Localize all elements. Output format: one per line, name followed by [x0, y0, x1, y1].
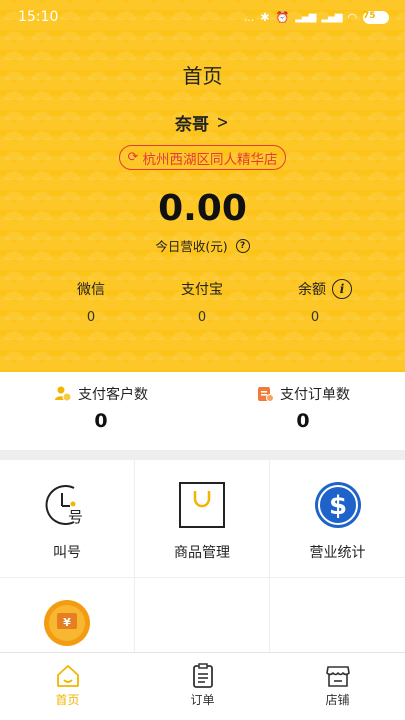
bag-icon	[179, 482, 225, 528]
store-name: 杭州西湖区同人精华店	[142, 151, 278, 168]
status-time: 15:10	[18, 9, 59, 25]
dollar-icon: $	[314, 482, 361, 528]
balance-remaining[interactable]: 余额 i 0	[265, 278, 385, 325]
chevron-right-icon: >	[216, 112, 229, 133]
nav-shop[interactable]: 店铺	[270, 663, 405, 708]
customers-icon	[55, 386, 72, 402]
nav-home[interactable]: 首页	[0, 663, 135, 708]
wifi-icon: ◠	[347, 10, 357, 24]
page-title: 首页	[182, 64, 223, 88]
nav-label: 首页	[55, 693, 80, 707]
function-business-stats[interactable]: $ 营业统计	[270, 460, 405, 578]
svg-text:$: $	[328, 491, 346, 521]
svg-text:¥: ¥	[63, 616, 71, 629]
stat-paying-orders[interactable]: 支付订单数 0	[202, 384, 404, 432]
revenue-amount: 0.00	[158, 188, 247, 229]
nav-label: 店铺	[325, 693, 350, 707]
notification-dots-icon: ...	[243, 10, 255, 24]
home-icon	[56, 665, 79, 687]
shop-icon	[325, 666, 350, 687]
help-icon[interactable]: ?	[235, 238, 250, 253]
info-icon[interactable]: i	[332, 279, 352, 299]
balance-label: 微信	[77, 282, 105, 298]
revenue-label-row: 今日营收(元) ?	[0, 236, 405, 255]
bluetooth-icon: ✱	[260, 10, 270, 24]
function-grid: 号 叫号 商品管理 $ 营业统计 ¥	[0, 460, 405, 696]
balance-alipay[interactable]: 支付宝 0	[142, 278, 262, 325]
stat-value: 0	[94, 410, 108, 432]
stat-label: 支付客户数	[78, 387, 148, 403]
alarm-icon: ⏰	[275, 10, 290, 24]
balance-value: 0	[310, 310, 320, 325]
user-switch[interactable]: 奈哥 >	[0, 110, 405, 135]
balance-label: 支付宝	[181, 282, 223, 298]
signal-icon-2: ▂▄▆	[321, 11, 342, 23]
balance-wechat[interactable]: 微信 0	[31, 278, 151, 325]
order-doc-icon	[258, 387, 274, 402]
stat-value: 0	[296, 410, 310, 432]
yuan-coin-icon: ¥	[44, 600, 90, 646]
store-selector[interactable]: ⟳ 杭州西湖区同人精华店	[119, 145, 286, 170]
nav-orders[interactable]: 订单	[135, 663, 270, 708]
orders-icon	[192, 663, 213, 688]
function-call-number[interactable]: 号 叫号	[0, 460, 135, 578]
function-product-management[interactable]: 商品管理	[135, 460, 270, 578]
header: 15:10 ... ✱ ⏰ ▂▄▆ ▂▄▆ ◠ 75 首页 奈哥 > ⟳ 杭州西…	[0, 0, 405, 372]
refresh-icon: ⟳	[127, 150, 139, 165]
balance-value: 0	[197, 310, 207, 325]
balance-value: 0	[86, 310, 96, 325]
clock-number-icon: 号	[45, 485, 83, 526]
function-label: 商品管理	[174, 545, 230, 561]
stats-card: 支付客户数 0 支付订单数 0	[0, 372, 405, 450]
stat-label: 支付订单数	[280, 387, 350, 403]
function-label: 营业统计	[309, 545, 366, 561]
battery-icon: 75	[363, 10, 389, 24]
function-label: 叫号	[53, 545, 81, 561]
status-icons: ... ✱ ⏰ ▂▄▆ ▂▄▆ ◠ 75	[243, 10, 389, 24]
revenue-label: 今日营收(元)	[155, 239, 228, 254]
bottom-nav: 首页 订单 店铺	[0, 652, 405, 720]
signal-icon-1: ▂▄▆	[295, 11, 316, 23]
status-bar: 15:10 ... ✱ ⏰ ▂▄▆ ▂▄▆ ◠ 75	[0, 0, 405, 34]
stat-paying-customers[interactable]: 支付客户数 0	[0, 384, 202, 432]
balance-label: 余额	[298, 282, 326, 298]
nav-label: 订单	[190, 693, 215, 707]
user-name: 奈哥	[174, 115, 209, 135]
svg-text:号: 号	[68, 508, 83, 526]
